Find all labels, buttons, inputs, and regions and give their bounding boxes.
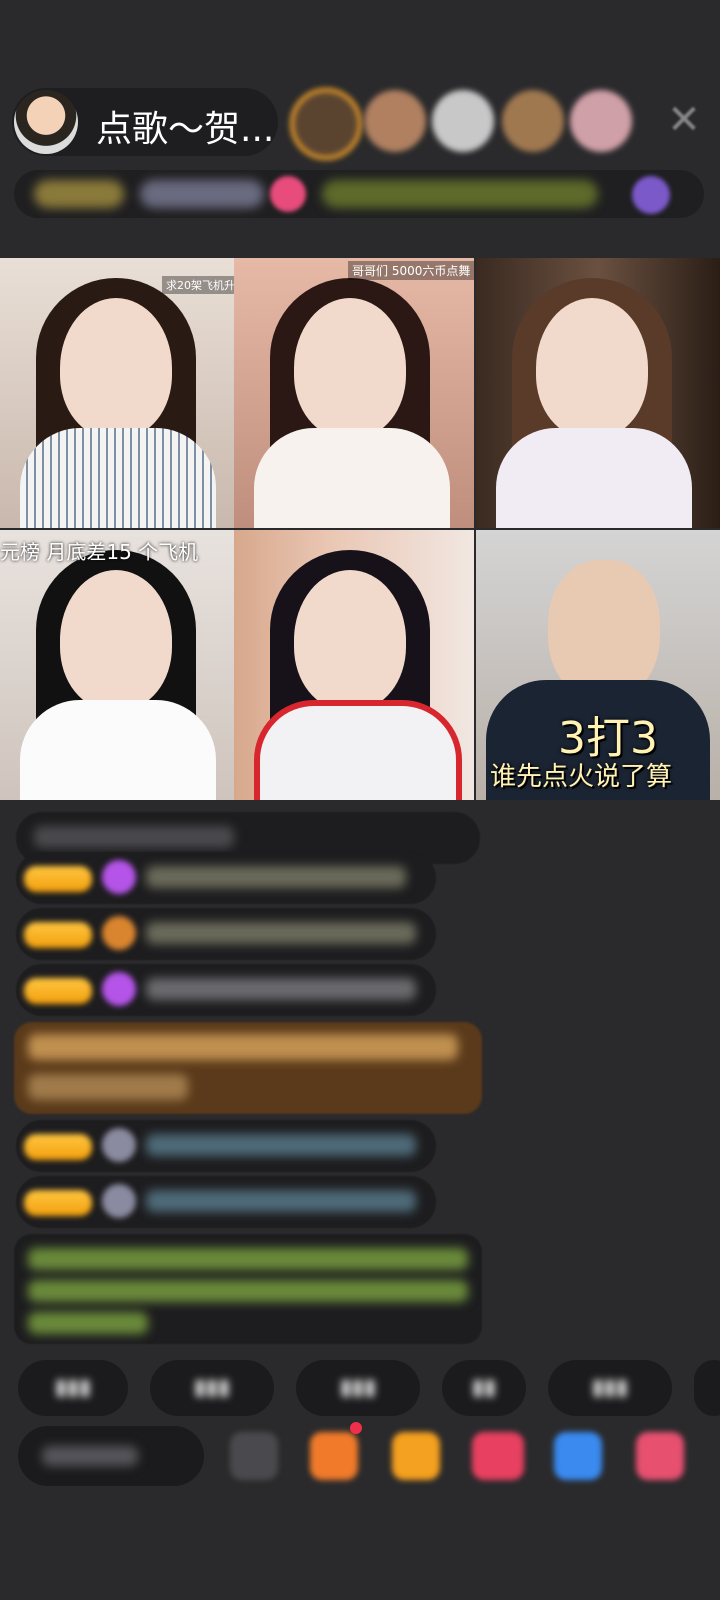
gem-icon (102, 972, 136, 1006)
host-avatar[interactable] (14, 90, 78, 154)
close-icon[interactable]: ✕ (660, 96, 708, 144)
user-level-badge (24, 866, 92, 892)
chat-text (146, 922, 416, 944)
viewer-avatar[interactable] (432, 90, 494, 152)
gift-box-icon[interactable] (310, 1432, 358, 1480)
viewer-avatar[interactable] (290, 88, 362, 160)
user-level-badge (24, 1190, 92, 1216)
video-tile[interactable] (476, 258, 720, 528)
notification-dot (350, 1422, 362, 1434)
chat-text (146, 978, 416, 1000)
avatar-icon (102, 916, 136, 950)
tile-banner: 元榜 月底差15 个飞机 (0, 540, 199, 564)
chat-text (146, 866, 406, 888)
activity-chip[interactable] (322, 180, 598, 208)
quick-reply-chip[interactable]: ▮▮▮ (296, 1360, 420, 1416)
highlight-text (28, 1074, 188, 1100)
tile-banner: 哥哥们 5000六币点舞 (348, 261, 474, 280)
avatar-icon (102, 1128, 136, 1162)
video-tile[interactable]: 3打3 谁先点火说了算 (476, 530, 720, 800)
heart-icon[interactable] (472, 1432, 524, 1480)
more-icon[interactable] (636, 1432, 684, 1480)
video-tile[interactable]: 求20架飞机升级 (0, 258, 234, 528)
video-tile[interactable]: 元榜 月底差15 个飞机 (0, 530, 234, 800)
quick-reply-chip[interactable]: ▮▮▮ (150, 1360, 274, 1416)
user-level-badge (24, 922, 92, 948)
quick-reply-chip[interactable]: ▮▮▮ (18, 1360, 128, 1416)
user-level-badge (24, 978, 92, 1004)
chat-text (34, 826, 234, 848)
video-tile[interactable] (234, 530, 474, 800)
tile-banner: 求20架飞机升级 (162, 276, 234, 294)
gift-icon[interactable] (270, 176, 306, 212)
popularity-chip[interactable] (140, 180, 264, 208)
activity-icon[interactable] (632, 176, 670, 214)
rank-chip[interactable] (34, 180, 124, 208)
emoji-icon[interactable] (230, 1432, 278, 1480)
pk-caption-sub: 谁先点火说了算 (490, 762, 673, 792)
host-name: 点歌～贺... (96, 109, 275, 150)
notice-text (28, 1248, 468, 1270)
avatar-icon (102, 1184, 136, 1218)
share-icon[interactable] (554, 1432, 602, 1480)
video-tile[interactable]: 哥哥们 5000六币点舞 (234, 258, 474, 528)
viewer-avatar[interactable] (502, 90, 564, 152)
quick-reply-chip[interactable]: ▮▮▮ (548, 1360, 672, 1416)
highlight-text (28, 1034, 458, 1060)
quick-reply-chip[interactable] (694, 1360, 720, 1416)
comment-input-placeholder (42, 1446, 138, 1466)
notice-text (28, 1280, 468, 1302)
viewer-avatar[interactable] (364, 90, 426, 152)
viewer-avatar[interactable] (570, 90, 632, 152)
user-level-badge (24, 1134, 92, 1160)
notice-text (28, 1312, 148, 1334)
gem-icon (102, 860, 136, 894)
chat-text (146, 1190, 416, 1212)
chat-text (146, 1134, 416, 1156)
shop-icon[interactable] (392, 1432, 440, 1480)
quick-reply-chip[interactable]: ▮▮ (442, 1360, 526, 1416)
